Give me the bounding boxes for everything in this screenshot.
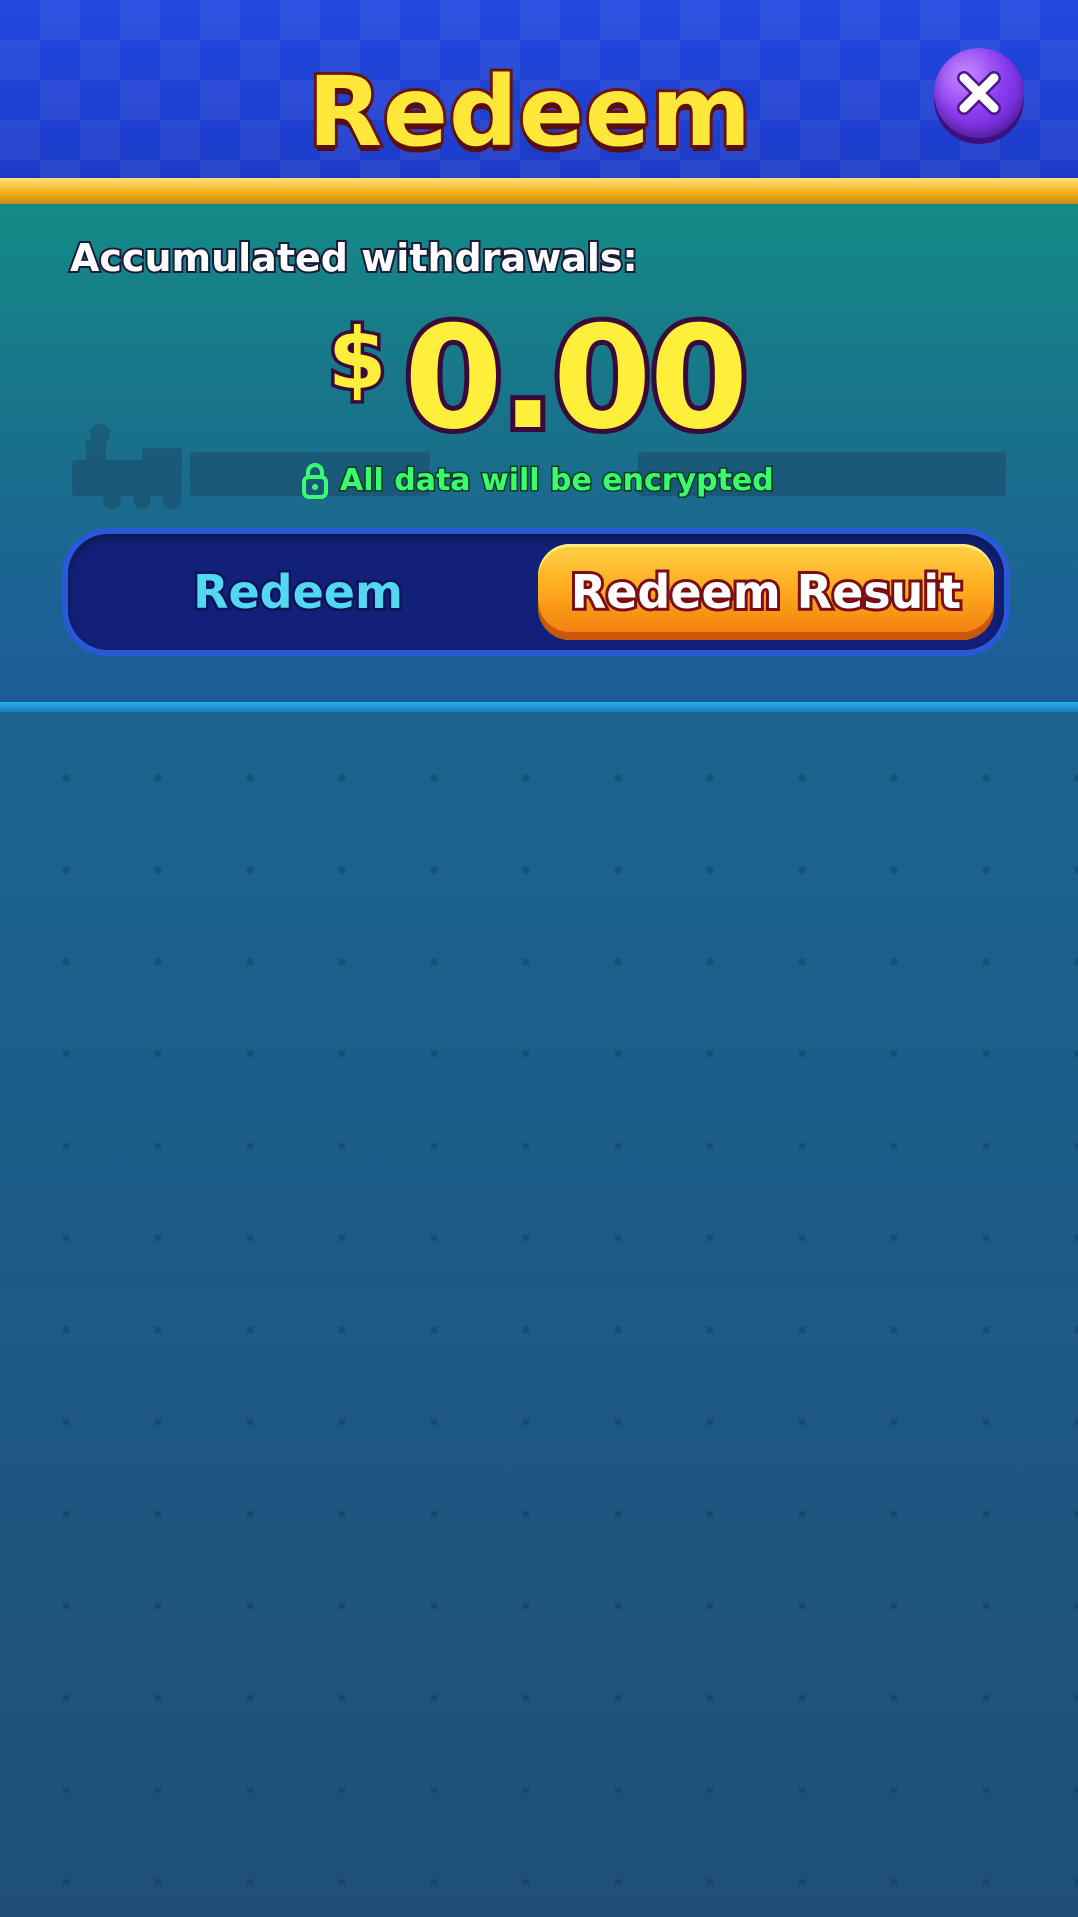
redeem-tabs: Redeem Redeem Resuit [68,534,1004,650]
header-divider [0,178,1078,204]
withdrawals-label: Accumulated withdrawals: [68,234,640,282]
tab-redeem-label: Redeem [191,563,406,622]
amount-value: 0.00 [399,291,753,466]
panel-divider [0,702,1078,712]
encryption-note: All data will be encrypted [300,458,776,502]
redeem-center-screen: Redeem Center Accumulated withdrawals: $… [0,0,1078,1917]
close-icon [957,71,1001,115]
tab-redeem-result[interactable]: Redeem Resuit [538,544,994,640]
results-area [0,712,1078,1917]
currency-symbol: $ [324,307,390,412]
lock-icon [302,463,328,499]
encryption-text: All data will be encrypted [339,461,776,499]
close-button[interactable] [934,48,1024,138]
tab-redeem-result-label: Redeem Resuit [568,562,964,622]
withdrawals-amount: $ 0.00 [320,291,760,466]
header: Redeem Center [0,0,1078,291]
tab-redeem[interactable]: Redeem [78,544,518,640]
